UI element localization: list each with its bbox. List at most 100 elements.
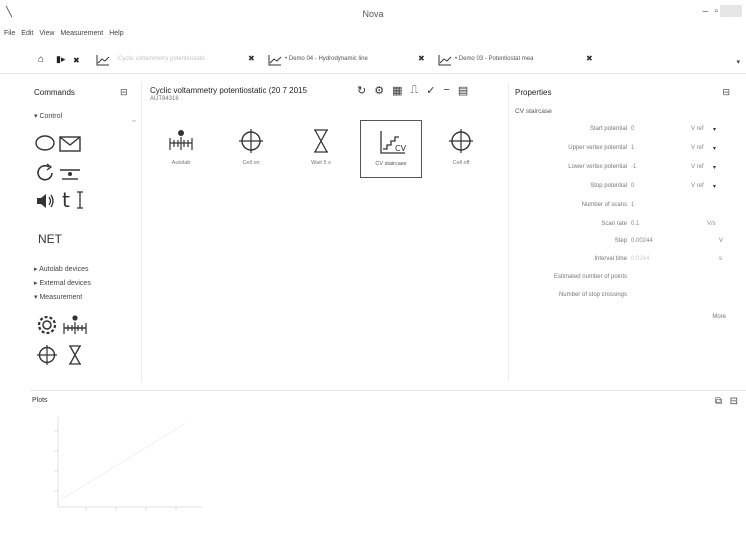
tab-cyclic-voltammetry[interactable]: Cyclic voltammetry potentiostatic (118, 56, 205, 62)
plots-panel: Plots ⧉ ⊟ (30, 390, 746, 550)
property-value[interactable]: 1 (631, 145, 634, 151)
property-value[interactable]: 0 (631, 126, 634, 132)
cell-switch-icon[interactable] (36, 344, 58, 366)
step-label: Cell off (452, 160, 470, 166)
pin-icon[interactable]: ⎍ (411, 84, 419, 97)
text-input-icon[interactable]: t (60, 188, 86, 212)
property-value[interactable]: 0.1 (631, 221, 639, 227)
procedure-toolbar: ↻ ⚙ ▦ ⎍ ✓ − ▤ (357, 84, 468, 97)
property-row-number-of-scans: Number of scans 1 (509, 202, 737, 214)
unit-dropdown-icon[interactable]: ▾ (713, 183, 716, 190)
open-plot-window-icon[interactable]: ⧉ (715, 396, 722, 407)
close-button[interactable] (720, 5, 742, 17)
property-row-start-potential: Start potential 0 V ref ▾ (509, 126, 737, 138)
unit-dropdown-icon[interactable]: ▾ (713, 164, 716, 171)
property-label: Step (614, 238, 627, 244)
tab-overflow-button[interactable]: ▾ (736, 58, 740, 66)
tab-demo-03[interactable]: • Demo 03 - Potentiostat mea (455, 56, 533, 62)
property-label: Stop potential (590, 183, 627, 189)
checkmark-icon[interactable]: ✓ (426, 84, 435, 97)
properties-title: Properties (515, 88, 552, 97)
property-unit: s (719, 256, 722, 262)
property-value[interactable]: 0.00244 (631, 238, 653, 244)
plot-options-icon[interactable]: ⊟ (730, 396, 738, 407)
tab-close-icon[interactable]: ✖ (248, 54, 255, 63)
properties-panel: Properties ⊟ CV staircase Start potentia… (508, 82, 736, 382)
menu-bar: File Edit View Measurement Help (4, 30, 124, 44)
document-tab-bar: ⌂ ▮▸ ✖ Cyclic voltammetry potentiostatic… (0, 48, 746, 74)
section-autolab-devices[interactable]: ▸ Autolab devices (34, 265, 89, 273)
procedure-step-cv-staircase[interactable]: CV CV staircase (360, 120, 422, 178)
save-icon[interactable]: ▤ (458, 84, 468, 97)
unit-dropdown-icon[interactable]: ▾ (713, 126, 716, 133)
section-external-devices[interactable]: ▸ External devices (34, 279, 91, 287)
menu-view[interactable]: View (39, 30, 54, 44)
property-row-stop-potential: Stop potential 0 V ref ▾ (509, 183, 737, 195)
cv-staircase-icon: CV (380, 131, 407, 154)
procedure-step-cell-on[interactable]: Cell on (220, 120, 282, 178)
empty-plot-placeholder (54, 417, 202, 511)
autolab-icon[interactable] (62, 314, 88, 338)
step-label: Autolab (171, 160, 191, 166)
minimize-button[interactable]: – (702, 6, 708, 17)
grid-icon[interactable]: ▦ (392, 84, 402, 97)
procedure-title: Cyclic voltammetry potentiostatic (20 7 … (150, 86, 307, 95)
cell-on-icon (239, 129, 263, 153)
repeat-icon[interactable] (34, 162, 56, 184)
step-label: Cell on (242, 160, 260, 166)
properties-subtitle: CV staircase (515, 108, 552, 115)
minus-icon[interactable]: − (443, 84, 449, 97)
tab-close-icon[interactable]: ✖ (586, 54, 593, 63)
hourglass-icon[interactable] (66, 344, 84, 366)
chart-tab-icon (438, 55, 452, 66)
net-command[interactable]: NET (38, 232, 62, 246)
svg-text:CV: CV (395, 144, 407, 153)
menu-file[interactable]: File (4, 30, 15, 44)
property-label: Start potential (589, 126, 627, 132)
section-control[interactable]: ▾ Control (34, 112, 62, 120)
step-label: CV staircase (375, 161, 407, 167)
property-row-lower-vertex: Lower vertex potential -1 V ref ▾ (509, 164, 737, 176)
property-label: Number of stop crossings (558, 292, 627, 298)
section-measurement[interactable]: ▾ Measurement (34, 293, 82, 301)
collapse-panel-icon[interactable]: ⊟ (120, 87, 128, 98)
hardware-setup-icon[interactable]: ⚙ (374, 84, 384, 97)
tab-close-icon[interactable]: ✖ (418, 54, 425, 63)
property-value[interactable]: 0 (631, 183, 634, 189)
procedure-step-cell-off[interactable]: Cell off (430, 120, 492, 178)
menu-measurement[interactable]: Measurement (60, 30, 103, 44)
cell-off-icon (449, 129, 473, 153)
library-icon[interactable]: ▮▸ (56, 54, 65, 65)
tab-demo-04[interactable]: • Demo 04 - Hydrodynamic line (285, 56, 368, 62)
property-label: Lower vertex potential (568, 164, 627, 170)
procedure-step-wait[interactable]: Wait 5 s (290, 120, 352, 178)
property-unit: V ref (691, 183, 704, 189)
property-value[interactable]: 1 (631, 202, 634, 208)
window-title: Nova (362, 9, 384, 19)
property-value[interactable]: -1 (631, 164, 636, 170)
property-label: Upper vertex potential (568, 145, 627, 151)
property-row-interval-time: Interval time 0.0244 s (509, 256, 737, 268)
property-row-upper-vertex: Upper vertex potential 1 V ref ▾ (509, 145, 737, 157)
build-signal-icon[interactable] (58, 162, 82, 184)
procedure-step-autolab[interactable]: Autolab (150, 120, 212, 178)
property-row-scan-rate: Scan rate 0.1 V/s (509, 221, 737, 233)
settings-gear-icon[interactable] (36, 314, 58, 336)
home-icon[interactable]: ⌂ (38, 54, 44, 65)
scrollbar-handle[interactable]: ━ (132, 118, 136, 125)
property-unit: V ref (691, 126, 704, 132)
unit-dropdown-icon[interactable]: ▾ (713, 145, 716, 152)
menu-help[interactable]: Help (109, 30, 123, 44)
run-icon[interactable]: ↻ (357, 84, 366, 97)
message-bubble-icon[interactable] (34, 134, 56, 154)
close-all-icon[interactable]: ✖ (73, 56, 80, 65)
menu-edit[interactable]: Edit (21, 30, 33, 44)
property-unit: V/s (707, 221, 716, 227)
property-unit: V ref (691, 164, 704, 170)
maximize-button[interactable]: ▫ (714, 6, 718, 17)
speaker-icon[interactable] (34, 190, 56, 212)
envelope-icon[interactable] (58, 134, 82, 154)
more-link[interactable]: More (712, 314, 726, 320)
autolab-icon (169, 130, 193, 150)
collapse-panel-icon[interactable]: ⊟ (722, 87, 730, 98)
